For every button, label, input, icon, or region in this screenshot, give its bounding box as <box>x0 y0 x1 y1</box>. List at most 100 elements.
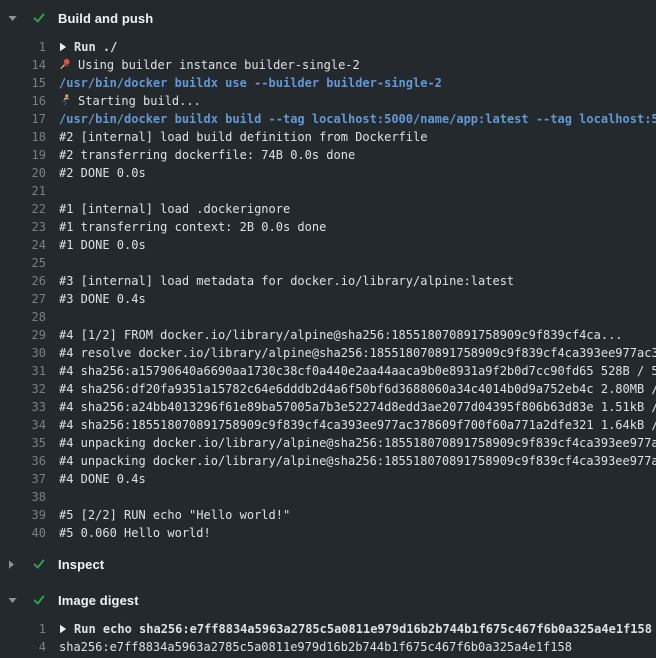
log-line: 23 #1 transferring context: 2B 0.0s done <box>0 218 656 236</box>
log-text: #4 unpacking docker.io/library/alpine@sh… <box>59 436 656 450</box>
log-line-text: #4 resolve docker.io/library/alpine@sha2… <box>46 344 656 362</box>
section-log-lines: 1 Run echo sha256:e7ff8834a5963a2785c5a08… <box>0 620 656 656</box>
log-line-text: #1 transferring context: 2B 0.0s done <box>46 218 656 236</box>
log-line-text: #4 sha256:df20fa9351a15782c64e6dddb2d4a6… <box>46 380 656 398</box>
log-text: #5 0.060 Hello world! <box>59 526 211 540</box>
line-number[interactable]: 31 <box>0 362 46 380</box>
line-number[interactable]: 26 <box>0 272 46 290</box>
log-line-text: #4 sha256:185518070891758909c9f839cf4ca3… <box>46 416 656 434</box>
log-line: 34 #4 sha256:185518070891758909c9f839cf4c… <box>0 416 656 434</box>
log-text: #4 DONE 0.4s <box>59 472 146 486</box>
log-text: #4 sha256:df20fa9351a15782c64e6dddb2d4a6… <box>59 382 656 396</box>
line-number[interactable]: 1 <box>0 38 46 56</box>
line-number[interactable]: 14 <box>0 56 46 74</box>
line-number[interactable]: 1 <box>0 620 46 638</box>
section-header[interactable]: Image digest <box>0 586 656 614</box>
run-command-line-text[interactable]: Run echo sha256:e7ff8834a5963a2785c5a081… <box>46 620 656 638</box>
line-number[interactable]: 27 <box>0 290 46 308</box>
line-number[interactable]: 33 <box>0 398 46 416</box>
log-line: 32 #4 sha256:df20fa9351a15782c64e6dddb2d4… <box>0 380 656 398</box>
log-line-text: #3 [internal] load metadata for docker.i… <box>46 272 656 290</box>
line-number[interactable]: 40 <box>0 524 46 542</box>
line-number[interactable]: 25 <box>0 254 46 272</box>
line-number[interactable]: 36 <box>0 452 46 470</box>
log-text: Starting build... <box>78 94 201 108</box>
log-line: 1 Run ./ <box>0 38 656 56</box>
log-text: #4 unpacking docker.io/library/alpine@sh… <box>59 454 656 468</box>
log-text: Using builder instance builder-single-2 <box>78 58 360 72</box>
log-line: 40 #5 0.060 Hello world! <box>0 524 656 542</box>
section-title: Build and push <box>58 11 153 26</box>
log-text: Run ./ <box>74 40 117 54</box>
log-line-text: #2 [internal] load build definition from… <box>46 128 656 146</box>
section-log-lines: 1 Run ./ 14 Using builder instance builder-… <box>0 38 656 542</box>
chevron-down-icon <box>8 15 32 22</box>
line-number[interactable]: 30 <box>0 344 46 362</box>
section-header[interactable]: Build and push <box>0 4 656 32</box>
log-section-build-and-push: Build and push 1 Run ./ 14 Using builder ins… <box>0 4 656 542</box>
log-line: 20#2 DONE 0.0s <box>0 164 656 182</box>
line-number[interactable]: 23 <box>0 218 46 236</box>
log-line: 24#1 DONE 0.0s <box>0 236 656 254</box>
log-line: 29#4 [1/2] FROM docker.io/library/alpine… <box>0 326 656 344</box>
log-text: Run echo sha256:e7ff8834a5963a2785c5a081… <box>74 622 652 636</box>
line-number[interactable]: 32 <box>0 380 46 398</box>
line-number[interactable]: 38 <box>0 488 46 506</box>
log-text: #5 [2/2] RUN echo "Hello world!" <box>59 508 290 522</box>
line-number[interactable]: 34 <box>0 416 46 434</box>
log-text: #3 [internal] load metadata for docker.i… <box>59 274 514 288</box>
log-line-text: /usr/bin/docker buildx use --builder bui… <box>46 74 656 92</box>
log-line: 4 sha256:e7ff8834a5963a2785c5a0811e979d16… <box>0 638 656 656</box>
log-line-text: #4 unpacking docker.io/library/alpine@sh… <box>46 452 656 470</box>
line-number[interactable]: 22 <box>0 200 46 218</box>
log-text: #4 sha256:185518070891758909c9f839cf4ca3… <box>59 418 656 432</box>
line-number[interactable]: 37 <box>0 470 46 488</box>
line-number[interactable]: 39 <box>0 506 46 524</box>
log-line-text: #4 unpacking docker.io/library/alpine@sh… <box>46 434 656 452</box>
section-title: Image digest <box>58 593 139 608</box>
log-line-text: #4 sha256:a24bb4013296f61e89ba57005a7b3e… <box>46 398 656 416</box>
section-header[interactable]: Inspect <box>0 550 656 578</box>
line-number[interactable]: 29 <box>0 326 46 344</box>
play-icon <box>59 39 67 56</box>
run-command-line-text[interactable]: Run ./ <box>46 38 656 56</box>
log-line: 14 Using builder instance builder-single-… <box>0 56 656 74</box>
line-number[interactable]: 19 <box>0 146 46 164</box>
log-text: #2 transferring dockerfile: 74B 0.0s don… <box>59 148 355 162</box>
log-line-text: #4 [1/2] FROM docker.io/library/alpine@s… <box>46 326 656 344</box>
log-line-text: Starting build... <box>46 92 656 110</box>
log-text: sha256:e7ff8834a5963a2785c5a0811e979d16b… <box>59 640 572 654</box>
line-number[interactable]: 20 <box>0 164 46 182</box>
log-line-text <box>46 182 656 200</box>
line-number[interactable]: 18 <box>0 128 46 146</box>
workflow-log-viewer: Build and push1Run ./14Using builder ins… <box>0 0 656 658</box>
log-line-text: #5 0.060 Hello world! <box>46 524 656 542</box>
log-line: 19 #2 transferring dockerfile: 74B 0.0s d… <box>0 146 656 164</box>
log-line: 35 #4 unpacking docker.io/library/alpine@… <box>0 434 656 452</box>
log-line-text <box>46 254 656 272</box>
line-number[interactable]: 24 <box>0 236 46 254</box>
line-number[interactable]: 17 <box>0 110 46 128</box>
line-number[interactable]: 35 <box>0 434 46 452</box>
log-line: 28 <box>0 308 656 326</box>
log-line: 18#2 [internal] load build definition fr… <box>0 128 656 146</box>
log-line-text <box>46 488 656 506</box>
log-line-text <box>46 308 656 326</box>
log-line-text: #2 transferring dockerfile: 74B 0.0s don… <box>46 146 656 164</box>
log-line: 1 Run echo sha256:e7ff8834a5963a2785c5a08… <box>0 620 656 638</box>
check-icon <box>32 557 58 571</box>
log-line: 26 #3 [internal] load metadata for docker… <box>0 272 656 290</box>
log-line-text: #5 [2/2] RUN echo "Hello world!" <box>46 506 656 524</box>
line-number[interactable]: 28 <box>0 308 46 326</box>
section-title: Inspect <box>58 557 104 572</box>
log-line: 39 #5 [2/2] RUN echo "Hello world!" <box>0 506 656 524</box>
line-number[interactable]: 16 <box>0 92 46 110</box>
line-number[interactable]: 4 <box>0 638 46 656</box>
log-text: #1 transferring context: 2B 0.0s done <box>59 220 326 234</box>
play-icon <box>59 621 67 638</box>
log-line: 37 #4 DONE 0.4s <box>0 470 656 488</box>
log-line-text: #1 [internal] load .dockerignore <box>46 200 656 218</box>
log-text: /usr/bin/docker buildx build --tag local… <box>59 112 656 126</box>
line-number[interactable]: 15 <box>0 74 46 92</box>
line-number[interactable]: 21 <box>0 182 46 200</box>
